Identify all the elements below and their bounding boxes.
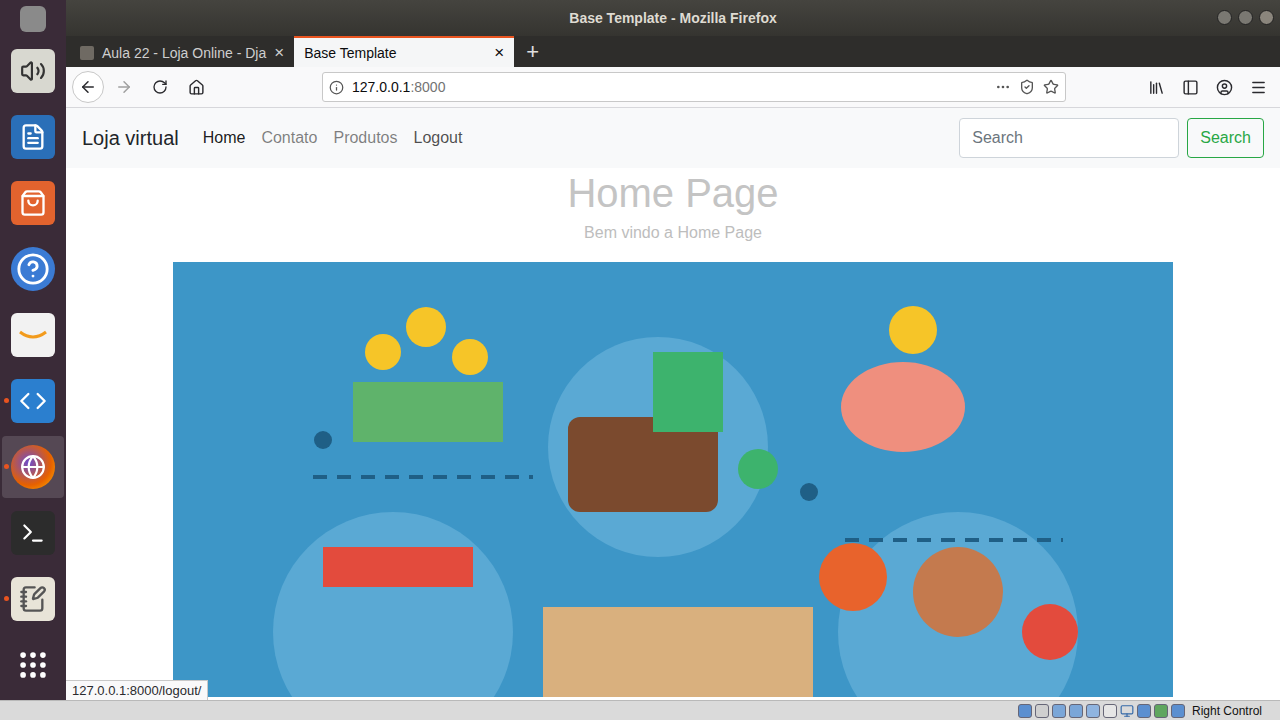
tab[interactable]: Base Template × xyxy=(294,36,514,67)
menu-icon xyxy=(1250,79,1267,96)
nav-link[interactable]: Logout xyxy=(406,121,471,155)
nav-toolbar: 127.0.0.1:8000 xyxy=(66,67,1280,108)
search-form: Search xyxy=(959,118,1264,158)
menu-button[interactable] xyxy=(1242,71,1274,103)
title-bar: Base Template - Mozilla Firefox xyxy=(66,0,1280,36)
dock-item[interactable] xyxy=(2,568,64,630)
account-button[interactable] xyxy=(1208,71,1240,103)
audio-icon xyxy=(1052,704,1066,718)
dock-item[interactable] xyxy=(2,502,64,564)
tab-close[interactable]: × xyxy=(274,44,284,61)
forward-icon xyxy=(115,78,133,96)
reload-button[interactable] xyxy=(144,71,176,103)
terminal-icon xyxy=(11,511,55,555)
hero: Home Page Bem vindo a Home Page xyxy=(66,168,1280,697)
dock-item[interactable] xyxy=(2,40,64,102)
forward-button[interactable] xyxy=(108,71,140,103)
pocket-icon[interactable] xyxy=(1019,79,1035,95)
dock-item[interactable] xyxy=(2,436,64,498)
firefox-icon xyxy=(11,445,55,489)
dock-item[interactable] xyxy=(2,172,64,234)
sidebar-icon xyxy=(1182,79,1199,96)
audio-icon xyxy=(11,49,55,93)
close-button[interactable] xyxy=(1259,10,1274,25)
address-bar[interactable]: 127.0.0.1:8000 xyxy=(322,72,1066,102)
more-icon[interactable] xyxy=(995,79,1011,95)
amazon-icon xyxy=(11,313,55,357)
search-button[interactable]: Search xyxy=(1187,118,1264,158)
star-icon[interactable] xyxy=(1043,79,1059,95)
optical-icon xyxy=(1035,704,1049,718)
page-heading: Home Page xyxy=(567,170,778,216)
page-subtitle: Bem vindo a Home Page xyxy=(584,224,762,242)
nav-link[interactable]: Produtos xyxy=(325,121,405,155)
dock-item[interactable] xyxy=(2,304,64,366)
help-icon xyxy=(11,247,55,291)
running-dot xyxy=(4,596,9,601)
nav-link[interactable]: Home xyxy=(195,121,254,155)
browser-window: Base Template - Mozilla Firefox Aula 22 -… xyxy=(66,0,1280,700)
desktop-main: Base Template - Mozilla Firefox Aula 22 -… xyxy=(0,0,1280,700)
vscode-icon xyxy=(11,379,55,423)
dock-item[interactable] xyxy=(2,2,64,36)
library-icon xyxy=(1148,79,1165,96)
dock-item[interactable] xyxy=(2,370,64,432)
tab-label: Base Template xyxy=(304,45,486,61)
account-icon xyxy=(1216,79,1233,96)
favicon-icon xyxy=(80,46,94,60)
sidebar-button[interactable] xyxy=(1174,71,1206,103)
nav-link[interactable]: Contato xyxy=(253,121,325,155)
dock xyxy=(0,0,66,700)
tab-close[interactable]: × xyxy=(494,44,504,61)
vm-status-bar: Right Control xyxy=(0,700,1280,720)
site-navbar: Loja virtual HomeContatoProdutosLogout Sea… xyxy=(66,108,1280,168)
dock-item[interactable] xyxy=(2,634,64,696)
brand[interactable]: Loja virtual xyxy=(82,127,179,150)
home-icon xyxy=(188,79,205,96)
window-controls xyxy=(1217,10,1274,25)
address-text: 127.0.0.1:8000 xyxy=(352,79,987,95)
top-icon xyxy=(20,6,46,32)
maximize-button[interactable] xyxy=(1238,10,1253,25)
search-input[interactable] xyxy=(959,118,1179,158)
display-icon xyxy=(1120,704,1134,718)
hero-illustration xyxy=(173,262,1173,697)
info-icon xyxy=(329,80,344,95)
network-icon xyxy=(1069,704,1083,718)
software-icon xyxy=(11,181,55,225)
reload-icon xyxy=(152,79,168,95)
tab[interactable]: Aula 22 - Loja Online - Dja × xyxy=(70,36,294,67)
running-dot xyxy=(4,398,9,403)
dock-item[interactable] xyxy=(2,238,64,300)
shared-folder-icon xyxy=(1103,704,1117,718)
tab-strip: Aula 22 - Loja Online - Dja×Base Templat… xyxy=(66,36,1280,67)
tab-label: Aula 22 - Loja Online - Dja xyxy=(102,45,266,61)
toolbar-right xyxy=(1140,71,1274,103)
usb-icon xyxy=(1086,704,1100,718)
new-tab-button[interactable]: + xyxy=(514,36,551,67)
page: Loja virtual HomeContatoProdutosLogout Sea… xyxy=(66,108,1280,700)
mouse-icon xyxy=(1171,704,1185,718)
editor-icon xyxy=(11,577,55,621)
running-dot xyxy=(4,464,9,469)
link-status: 127.0.0.1:8000/logout/ xyxy=(66,680,208,700)
host-key: Right Control xyxy=(1192,704,1262,718)
disk-icon xyxy=(1018,704,1032,718)
recording-icon xyxy=(1137,704,1151,718)
back-button[interactable] xyxy=(72,71,104,103)
dock-item[interactable] xyxy=(2,106,64,168)
writer-icon xyxy=(11,115,55,159)
home-button[interactable] xyxy=(180,71,212,103)
window-title: Base Template - Mozilla Firefox xyxy=(569,10,776,26)
minimize-button[interactable] xyxy=(1217,10,1232,25)
desktop: Base Template - Mozilla Firefox Aula 22 -… xyxy=(0,0,1280,720)
back-icon xyxy=(79,78,97,96)
library-button[interactable] xyxy=(1140,71,1172,103)
apps-icon xyxy=(11,643,55,687)
cpu-icon xyxy=(1154,704,1168,718)
